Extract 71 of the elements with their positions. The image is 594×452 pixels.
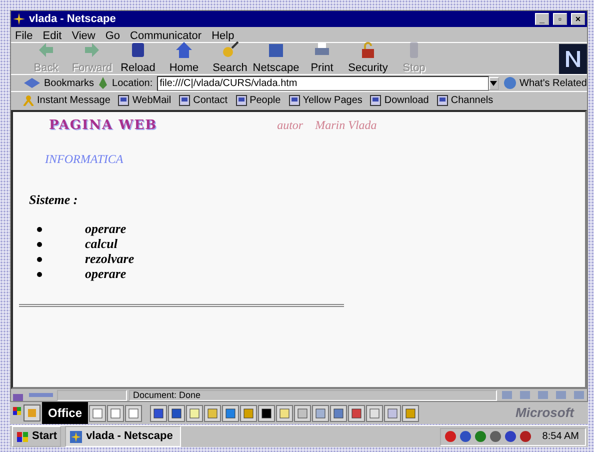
bookmark-icon — [288, 94, 300, 106]
section-heading: Sisteme : — [29, 192, 78, 207]
app-shortcut-icon[interactable] — [168, 404, 186, 422]
start-button[interactable]: Start — [12, 426, 62, 447]
taskbar-button[interactable]: vlada - Netscape — [65, 426, 182, 447]
close-button[interactable]: × — [571, 13, 585, 25]
netscape-app-icon — [13, 13, 25, 25]
personal-toolbar-button[interactable]: People — [236, 92, 281, 108]
bookmark-icon — [118, 94, 130, 106]
menu-item[interactable]: Help — [212, 28, 234, 41]
status-text: Document: Done — [129, 390, 497, 400]
tray-icon[interactable] — [459, 430, 472, 443]
list-item: operare — [84, 266, 128, 282]
menu-item[interactable]: View — [72, 28, 96, 41]
toolbar-button[interactable]: Search — [207, 40, 253, 77]
author-label: autor — [277, 117, 304, 134]
microsoft-label: Microsoft — [516, 404, 574, 422]
location-label: Location: — [112, 76, 153, 90]
menu-item[interactable]: Edit — [42, 28, 62, 41]
restore-button[interactable]: ▫ — [553, 13, 567, 25]
list-item: rezolvare — [84, 252, 136, 266]
bullet-icon — [37, 272, 42, 276]
toolbar-button[interactable]: Reload — [115, 40, 161, 77]
tray-icon[interactable] — [489, 430, 502, 443]
bookmarks-button[interactable]: Bookmarks — [23, 76, 94, 90]
personal-toolbar-button[interactable]: Download — [370, 92, 429, 108]
page-title: PAGINA WEB — [49, 117, 158, 135]
app-shortcut-icon[interactable] — [258, 404, 276, 422]
clock: 8:54 AM — [542, 430, 579, 444]
whats-related-button[interactable]: What's Related — [502, 76, 587, 90]
bookmark-icon — [236, 94, 247, 106]
list-item: operare — [84, 222, 128, 236]
office-button-icon[interactable] — [23, 404, 41, 422]
globe-icon — [502, 76, 516, 90]
bookmark-icon — [370, 94, 382, 106]
office-label: Office — [42, 402, 88, 424]
person-icon — [23, 94, 34, 106]
netscape-app-icon — [69, 430, 84, 444]
address-field[interactable]: file:///C|/vlada/CURS/vlada.htm — [156, 76, 489, 90]
personal-toolbar-button[interactable]: Instant Message — [23, 92, 110, 108]
bullet-icon — [37, 256, 42, 262]
tray-icon[interactable] — [444, 430, 458, 443]
app-shortcut-icon[interactable] — [150, 404, 168, 422]
toolbar-button[interactable]: Print — [299, 40, 345, 77]
personal-toolbar-button[interactable]: Yellow Pages — [288, 92, 362, 108]
home-icon — [174, 40, 194, 60]
window-title: vlada - Netscape — [29, 12, 116, 27]
minimize-button[interactable]: _ — [535, 13, 549, 25]
tray-icon[interactable] — [519, 430, 532, 443]
personal-toolbar-button[interactable]: WebMail — [118, 92, 172, 108]
dropdown-button[interactable] — [488, 76, 498, 90]
menu-item[interactable]: Communicator — [130, 28, 202, 41]
bookmark-icon — [436, 94, 448, 106]
caret-icon — [490, 80, 498, 86]
toolbar-button[interactable]: Home — [161, 40, 207, 77]
bullet-icon — [37, 242, 42, 246]
list-item: calcul — [84, 236, 118, 252]
tray-icon[interactable] — [504, 430, 518, 443]
personal-toolbar-button[interactable]: Channels — [436, 92, 494, 108]
menu-item[interactable]: File — [15, 28, 33, 41]
bullet-icon — [37, 226, 42, 232]
personal-toolbar-button[interactable]: Contact — [179, 92, 228, 108]
tray-icon[interactable] — [474, 430, 488, 443]
toolbar-button[interactable]: Netscape — [253, 40, 299, 77]
author-name: Marin Vlada — [315, 117, 377, 134]
windows-logo-icon — [16, 430, 30, 442]
subtitle: INFORMATICA — [45, 152, 124, 166]
bookmark-icon — [179, 94, 190, 106]
toolbar-button[interactable]: Security — [345, 40, 391, 77]
n-logo-icon — [563, 48, 583, 68]
menu-item[interactable]: Go — [105, 28, 120, 41]
